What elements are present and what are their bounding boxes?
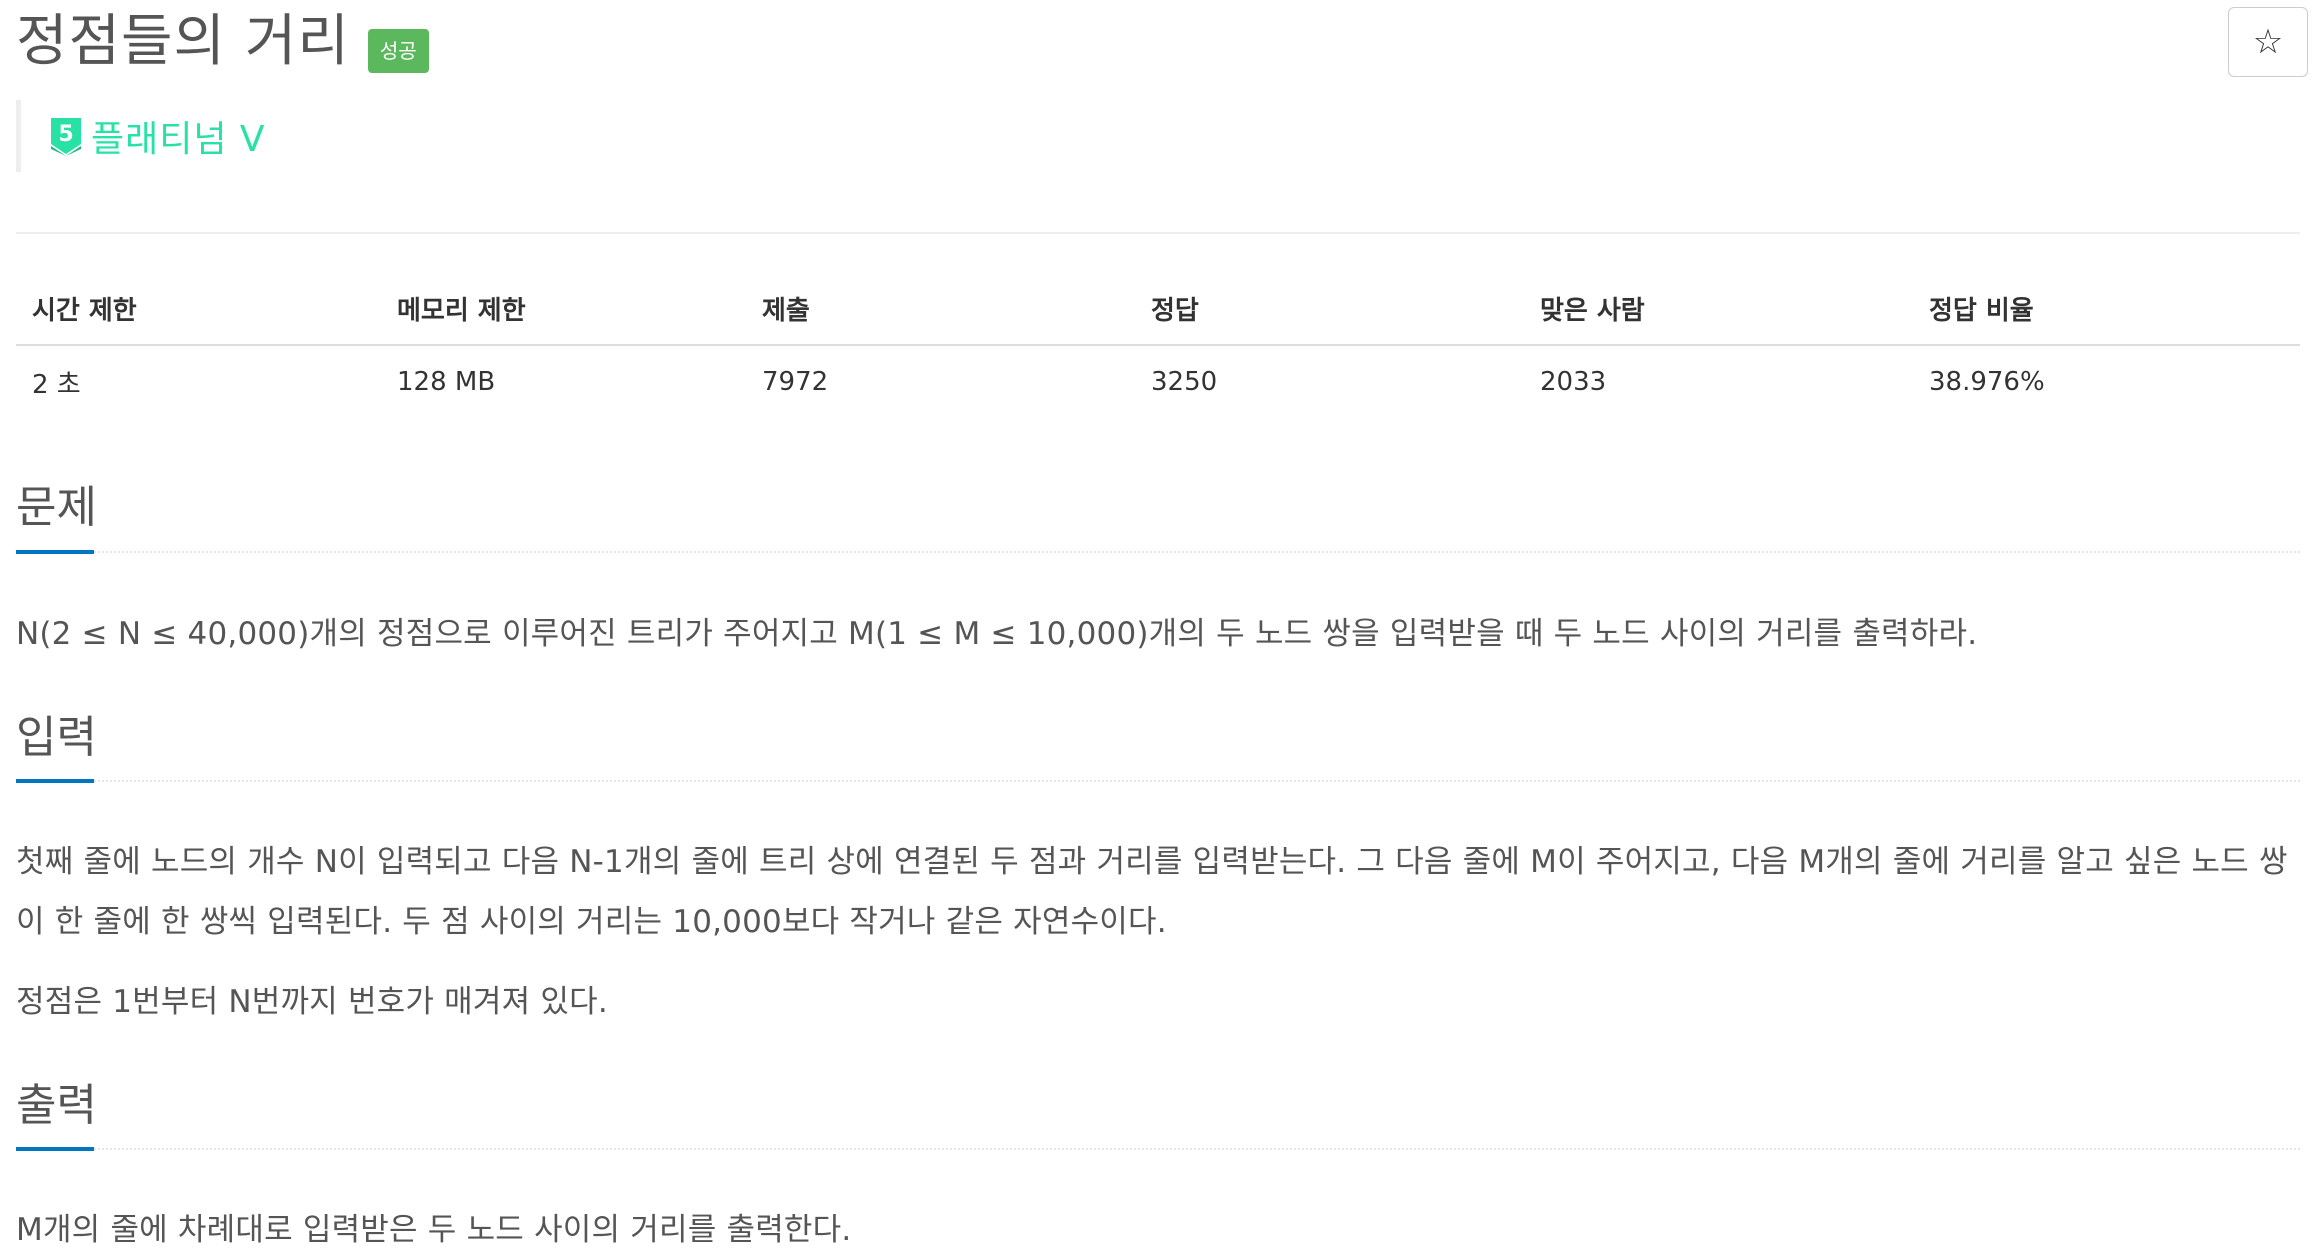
section-underline	[16, 550, 94, 554]
problem-page: 정점들의 거리 성공 ☆ 5 플래티넘 V 시간 제한 메모리 제한 제출 정답…	[0, 0, 2316, 1252]
section-divider	[94, 551, 2300, 553]
section-divider	[94, 1148, 2300, 1150]
info-header-row: 시간 제한 메모리 제한 제출 정답 맞은 사람 정답 비율	[16, 272, 2300, 346]
section-title-problem: 문제	[16, 482, 97, 533]
input-description: 첫째 줄에 노드의 개수 N이 입력되고 다음 N-1개의 줄에 트리 상에 연…	[16, 844, 2288, 940]
tier-level: 5	[58, 122, 73, 147]
section-title-input: 입력	[16, 712, 97, 763]
accept-ratio-value: 38.976%	[1929, 367, 2045, 397]
header-solved-users: 맞은 사람	[1524, 272, 1913, 346]
problem-title: 정점들의 거리	[16, 9, 350, 74]
favorite-button[interactable]: ☆	[2228, 7, 2308, 77]
tier-name: 플래티넘 V	[91, 119, 266, 160]
submissions-value[interactable]: 7972	[746, 345, 1135, 418]
memory-limit-value: 128 MB	[397, 367, 496, 397]
status-badge: 성공	[367, 29, 429, 73]
problem-info-table: 시간 제한 메모리 제한 제출 정답 맞은 사람 정답 비율 2 초 128 M…	[16, 272, 2300, 418]
star-outline-icon: ☆	[2252, 22, 2284, 62]
accepted-value: 3250	[1151, 367, 1218, 397]
solved-users-value[interactable]: 2033	[1524, 345, 1913, 418]
header-submissions: 제출	[746, 272, 1135, 346]
problem-description: N(2 ≤ N ≤ 40,000)개의 정점으로 이루어진 트리가 주어지고 M…	[16, 616, 1978, 652]
section-title-output: 출력	[16, 1080, 97, 1131]
output-description: M개의 줄에 차례대로 입력받은 두 노드 사이의 거리를 출력한다.	[16, 1212, 852, 1248]
tier-badge-icon: 5	[51, 118, 81, 156]
header-memory-limit: 메모리 제한	[381, 272, 746, 346]
tier-label: 5 플래티넘 V	[16, 100, 266, 172]
header-accepted: 정답	[1135, 272, 1524, 346]
section-underline	[16, 1147, 94, 1151]
time-limit-value: 2 초	[32, 369, 81, 400]
section-divider	[94, 780, 2300, 782]
section-underline	[16, 779, 94, 783]
title-row: 정점들의 거리 성공	[16, 6, 429, 78]
header-time-limit: 시간 제한	[16, 272, 381, 346]
input-note: 정점은 1번부터 N번까지 번호가 매겨져 있다.	[16, 984, 608, 1020]
header-accept-ratio: 정답 비율	[1913, 272, 2300, 346]
info-value-row: 2 초 128 MB 7972 3250 2033 38.976%	[16, 345, 2300, 418]
header-divider	[16, 232, 2300, 234]
